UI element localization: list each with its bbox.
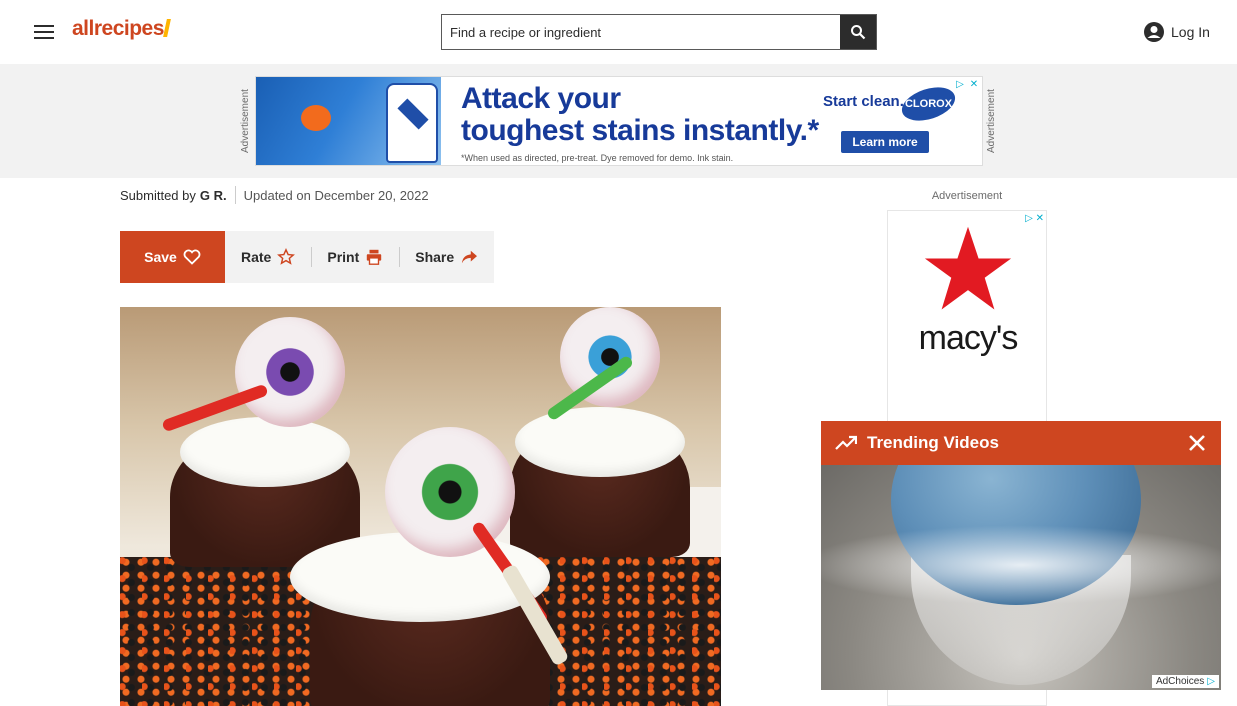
frosting-right (515, 407, 685, 477)
recipe-action-bar: Save Rate Print Share (120, 231, 495, 283)
author-name[interactable]: G R. (200, 188, 227, 203)
candy-eyeball-center (385, 427, 515, 557)
ad-label-left: Advertisement (240, 89, 251, 153)
frosting-left (180, 417, 350, 487)
close-icon[interactable] (1187, 433, 1207, 453)
menu-icon[interactable] (32, 22, 56, 42)
rate-label: Rate (241, 249, 272, 265)
search-button[interactable] (840, 15, 876, 49)
trending-videos-player: Trending Videos AdChoices ▷ (821, 421, 1221, 690)
ad-learn-more-button[interactable]: Learn more (841, 131, 929, 153)
rate-button[interactable]: Rate (225, 231, 311, 283)
logo-mark (162, 19, 171, 37)
ad-close-icon[interactable]: ✕ (968, 79, 980, 91)
save-label: Save (144, 249, 177, 265)
ad-headline: Attack your toughest stains instantly.* (461, 82, 819, 147)
recipe-hero-image[interactable] (120, 307, 721, 706)
ad-fine-print: *When used as directed, pre-treat. Dye r… (461, 153, 734, 163)
printer-icon (367, 249, 382, 265)
ad-label-right: Advertisement (986, 89, 997, 153)
stain-object (301, 105, 331, 131)
ad-info-icon[interactable]: ▷ (954, 79, 966, 91)
search-icon (851, 25, 866, 40)
ad-brand-logo: CLOROX (897, 81, 960, 127)
search-input[interactable] (442, 15, 840, 49)
share-label: Share (415, 249, 455, 265)
trending-header: Trending Videos (821, 421, 1221, 465)
adchoices-badge[interactable]: AdChoices ▷ (1151, 675, 1219, 688)
video-frame[interactable]: AdChoices ▷ (821, 465, 1221, 690)
byline-divider (234, 186, 236, 204)
heart-icon (183, 249, 201, 265)
login-label: Log In (1171, 24, 1210, 40)
search-bar (441, 14, 877, 50)
fog-effect (821, 525, 1221, 605)
macys-star-icon (924, 226, 1012, 310)
product-bottle (386, 83, 438, 163)
user-account-icon (1144, 22, 1164, 42)
submitted-prefix: Submitted by (120, 187, 196, 203)
candy-eyeball-left (235, 317, 345, 427)
share-button[interactable]: Share (399, 231, 494, 283)
save-button[interactable]: Save (120, 231, 225, 283)
adchoices-icon: ▷ (1207, 676, 1215, 687)
login-button[interactable]: Log In (1143, 21, 1210, 43)
trending-up-icon (835, 435, 857, 450)
ad-cta-text: Start clean. (823, 93, 904, 110)
star-icon (277, 248, 296, 265)
side-ad-close-icon[interactable]: ▷ ✕ (1025, 213, 1044, 224)
site-logo[interactable]: allrecipes (72, 17, 171, 41)
ad-image (256, 77, 441, 165)
trending-title: Trending Videos (867, 433, 999, 452)
print-button[interactable]: Print (311, 231, 399, 283)
updated-date: Updated on December 20, 2022 (243, 187, 429, 203)
top-ad-banner[interactable]: Attack your toughest stains instantly.* … (255, 76, 983, 166)
site-header: allrecipes Log In (0, 0, 1237, 64)
ad-close-controls[interactable]: ▷ ✕ (952, 79, 980, 93)
share-arrow-icon (462, 250, 478, 264)
recipe-byline: Submitted by G R. Updated on December 20… (120, 186, 429, 204)
side-ad-label: Advertisement (931, 190, 1003, 202)
print-label: Print (327, 249, 360, 265)
macys-logo-text: macy's (918, 319, 1019, 357)
